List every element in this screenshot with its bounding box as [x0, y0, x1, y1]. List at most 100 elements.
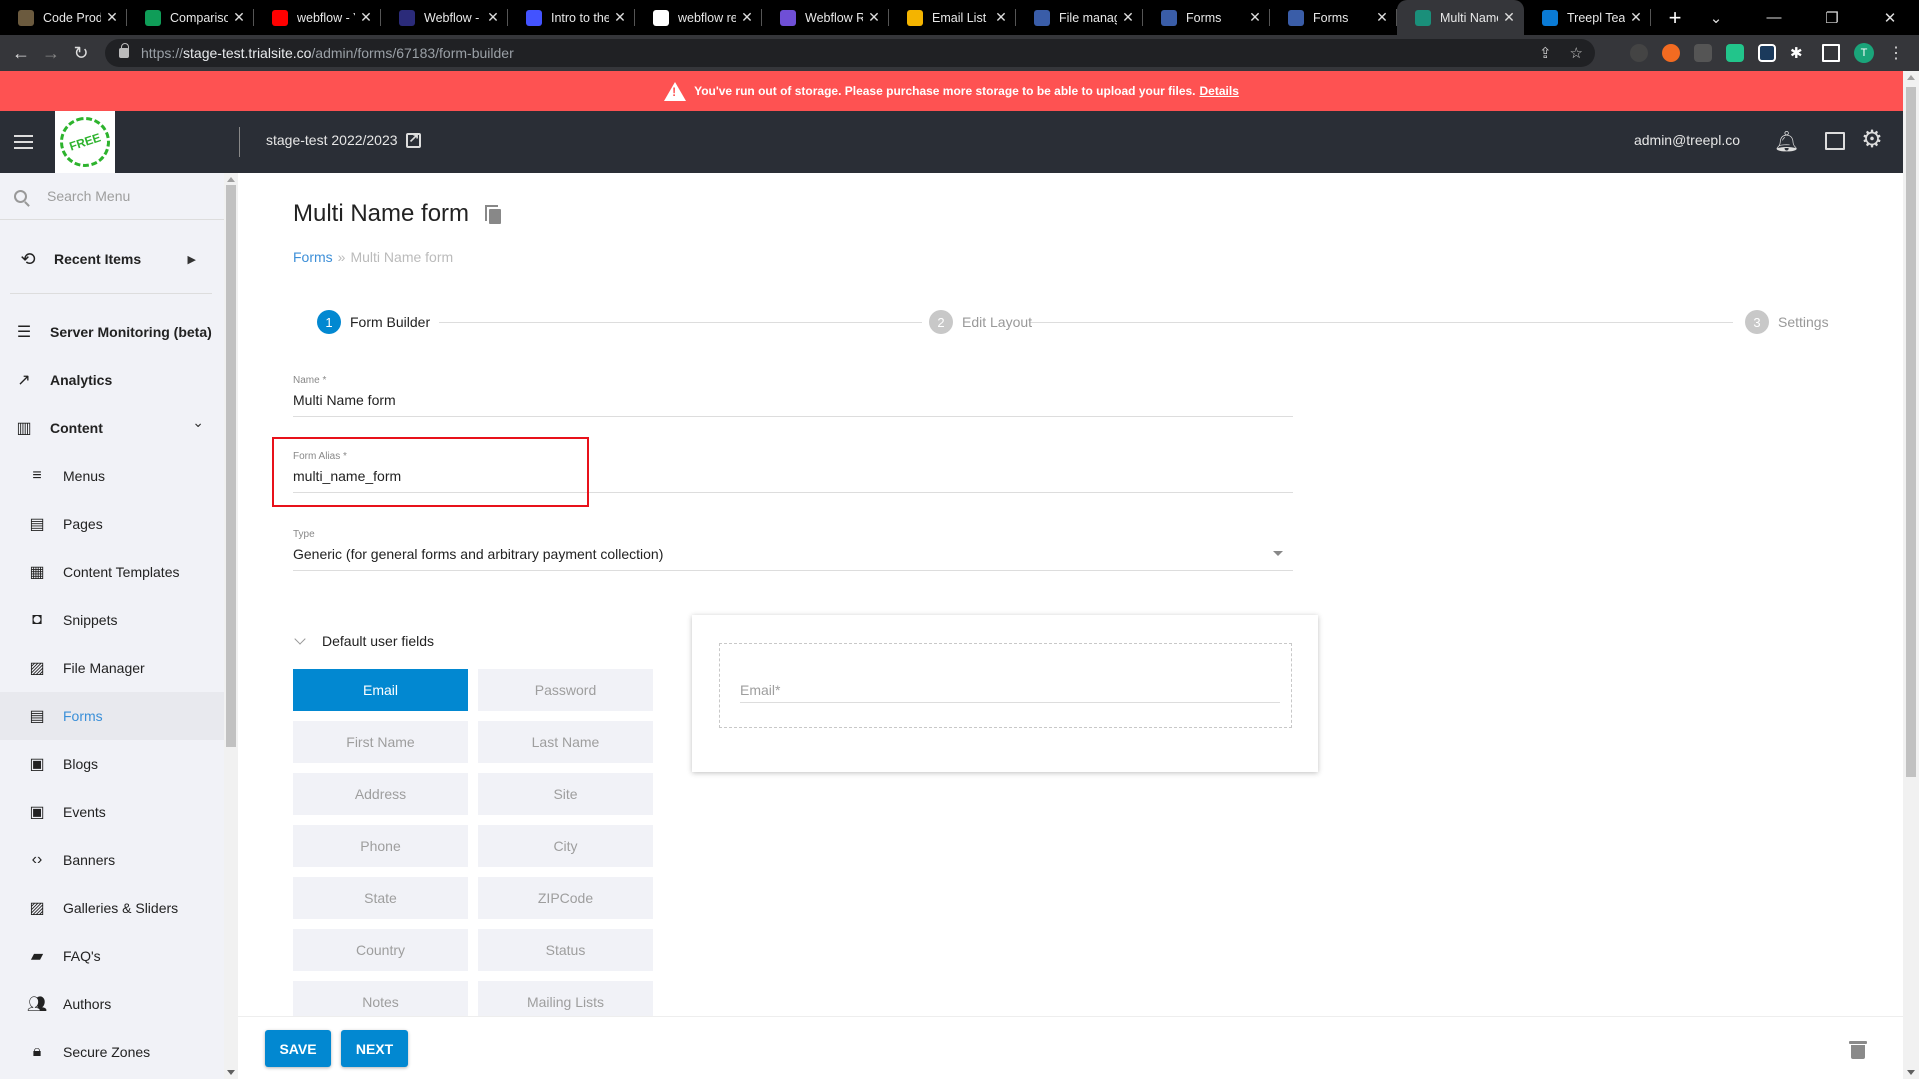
field-button-phone[interactable]: Phone: [293, 825, 468, 867]
delete-trash-icon[interactable]: [1849, 1041, 1867, 1059]
sidebar-item-analytics[interactable]: ↗ Analytics: [0, 356, 224, 404]
breadcrumb-forms-link[interactable]: Forms: [293, 249, 333, 265]
search-menu-input[interactable]: [47, 188, 207, 204]
profile-avatar[interactable]: T: [1854, 43, 1874, 63]
extension-icon[interactable]: [1630, 44, 1648, 62]
forward-icon[interactable]: →: [36, 43, 66, 64]
browser-tab[interactable]: webflow - Y ✕: [254, 0, 381, 35]
site-logo[interactable]: FREE: [53, 110, 117, 174]
tab-search-icon[interactable]: ⌄: [1687, 9, 1745, 27]
sidebar-item-server-monitoring-beta[interactable]: ☰ Server Monitoring (beta): [0, 308, 224, 356]
sidebar-item-file-manager[interactable]: ▨ File Manager: [0, 644, 224, 692]
sidebar-item-menus[interactable]: ≡ Menus: [0, 452, 224, 500]
close-tab-icon[interactable]: ✕: [994, 9, 1008, 26]
sidebar-scrollbar[interactable]: [224, 173, 238, 1079]
sidebar-item-pages[interactable]: ▤ Pages: [0, 500, 224, 548]
browser-tab[interactable]: Webflow Re ✕: [762, 0, 889, 35]
side-panel-icon[interactable]: [1822, 44, 1840, 62]
field-button-password[interactable]: Password: [478, 669, 653, 711]
sidebar-item-blogs[interactable]: ▣ Blogs: [0, 740, 224, 788]
save-button[interactable]: SAVE: [265, 1030, 331, 1067]
close-window-button[interactable]: ✕: [1861, 9, 1919, 27]
preview-email-field[interactable]: Email*: [740, 682, 1280, 703]
scroll-down-icon[interactable]: [227, 1070, 235, 1075]
name-input[interactable]: [293, 392, 1293, 408]
field-button-site[interactable]: Site: [478, 773, 653, 815]
step-form-builder[interactable]: 1 Form Builder: [317, 310, 430, 334]
preview-dropzone[interactable]: Email*: [719, 643, 1292, 728]
close-tab-icon[interactable]: ✕: [105, 9, 119, 26]
close-tab-icon[interactable]: ✕: [1502, 9, 1516, 26]
scrollbar-thumb[interactable]: [226, 185, 236, 747]
recent-items[interactable]: ⟲ Recent Items ▶: [10, 235, 212, 283]
page-scrollbar[interactable]: [1903, 71, 1919, 1079]
address-bar[interactable]: https://stage-test.trialsite.co/admin/fo…: [105, 39, 1595, 67]
share-icon[interactable]: ⇪: [1539, 44, 1552, 62]
notice-details-link[interactable]: Details: [1200, 84, 1239, 98]
sidebar-item-faq-s[interactable]: ▰ FAQ's: [0, 932, 224, 980]
bookmark-star-icon[interactable]: ☆: [1570, 44, 1583, 62]
scrollbar-thumb[interactable]: [1906, 87, 1916, 777]
browser-tab[interactable]: Multi Name ✕: [1397, 0, 1524, 35]
field-button-state[interactable]: State: [293, 877, 468, 919]
site-name-link[interactable]: stage-test 2022/2023: [266, 130, 421, 148]
sidebar-item-content[interactable]: ▥ Content ⌄: [0, 404, 224, 452]
field-button-country[interactable]: Country: [293, 929, 468, 971]
browser-tab[interactable]: File manage ✕: [1016, 0, 1143, 35]
puzzle-extensions-icon[interactable]: ✱: [1790, 44, 1808, 62]
extension-recycle-icon[interactable]: [1694, 44, 1712, 62]
browser-menu-icon[interactable]: ⋮: [1888, 43, 1904, 63]
browser-tab[interactable]: Code Produ ✕: [0, 0, 127, 35]
step-edit-layout[interactable]: 2 Edit Layout: [929, 310, 1032, 334]
field-button-zipcode[interactable]: ZIPCode: [478, 877, 653, 919]
field-button-first-name[interactable]: First Name: [293, 721, 468, 763]
close-tab-icon[interactable]: ✕: [359, 9, 373, 26]
scroll-up-icon[interactable]: [1907, 75, 1915, 80]
default-user-fields-toggle[interactable]: Default user fields: [294, 633, 434, 649]
extension-icon[interactable]: [1758, 44, 1776, 62]
type-select[interactable]: Generic (for general forms and arbitrary…: [293, 546, 1293, 571]
browser-tab[interactable]: webflow rev ✕: [635, 0, 762, 35]
field-button-email[interactable]: Email: [293, 669, 468, 711]
sidebar-item-secure-zones[interactable]: 🔒︎ Secure Zones: [0, 1028, 224, 1076]
scroll-down-icon[interactable]: [1907, 1070, 1915, 1075]
sidebar-item-forms[interactable]: ▤ Forms: [0, 692, 224, 740]
step-settings[interactable]: 3 Settings: [1745, 310, 1829, 334]
field-button-city[interactable]: City: [478, 825, 653, 867]
field-button-status[interactable]: Status: [478, 929, 653, 971]
copy-icon[interactable]: [485, 204, 502, 224]
extension-icon[interactable]: [1662, 44, 1680, 62]
next-button[interactable]: NEXT: [341, 1030, 408, 1067]
extension-icon[interactable]: [1726, 44, 1744, 62]
sidebar-item-snippets[interactable]: ◘ Snippets: [0, 596, 224, 644]
close-tab-icon[interactable]: ✕: [1248, 9, 1262, 26]
browser-tab[interactable]: Email List Su ✕: [889, 0, 1016, 35]
sidebar-item-content-templates[interactable]: ▦ Content Templates: [0, 548, 224, 596]
close-tab-icon[interactable]: ✕: [1375, 9, 1389, 26]
browser-tab[interactable]: Intro to the ✕: [508, 0, 635, 35]
browser-tab[interactable]: Treepl Team ✕: [1524, 0, 1651, 35]
minimize-button[interactable]: —: [1745, 9, 1803, 26]
close-tab-icon[interactable]: ✕: [613, 9, 627, 26]
scroll-up-icon[interactable]: [227, 177, 235, 182]
browser-tab[interactable]: Forms ✕: [1270, 0, 1397, 35]
back-icon[interactable]: ←: [6, 43, 36, 64]
browser-tab[interactable]: Forms ✕: [1143, 0, 1270, 35]
sidebar-item-banners[interactable]: ‹› Banners: [0, 836, 224, 884]
gear-icon[interactable]: ⚙: [1861, 125, 1883, 153]
field-button-address[interactable]: Address: [293, 773, 468, 815]
close-tab-icon[interactable]: ✕: [232, 9, 246, 26]
close-tab-icon[interactable]: ✕: [867, 9, 881, 26]
close-tab-icon[interactable]: ✕: [486, 9, 500, 26]
user-email[interactable]: admin@treepl.co: [1634, 132, 1740, 148]
sidebar-item-events[interactable]: ▣ Events: [0, 788, 224, 836]
sidebar-item-authors[interactable]: 👥︎ Authors: [0, 980, 224, 1028]
hamburger-menu-icon[interactable]: [14, 135, 33, 149]
open-external-icon[interactable]: [405, 130, 421, 148]
image-icon[interactable]: [1825, 132, 1845, 150]
close-tab-icon[interactable]: ✕: [1629, 9, 1643, 26]
browser-tab[interactable]: Comparison ✕: [127, 0, 254, 35]
close-tab-icon[interactable]: ✕: [740, 9, 754, 26]
restore-button[interactable]: ❐: [1803, 9, 1861, 27]
browser-tab[interactable]: Webflow - T ✕: [381, 0, 508, 35]
